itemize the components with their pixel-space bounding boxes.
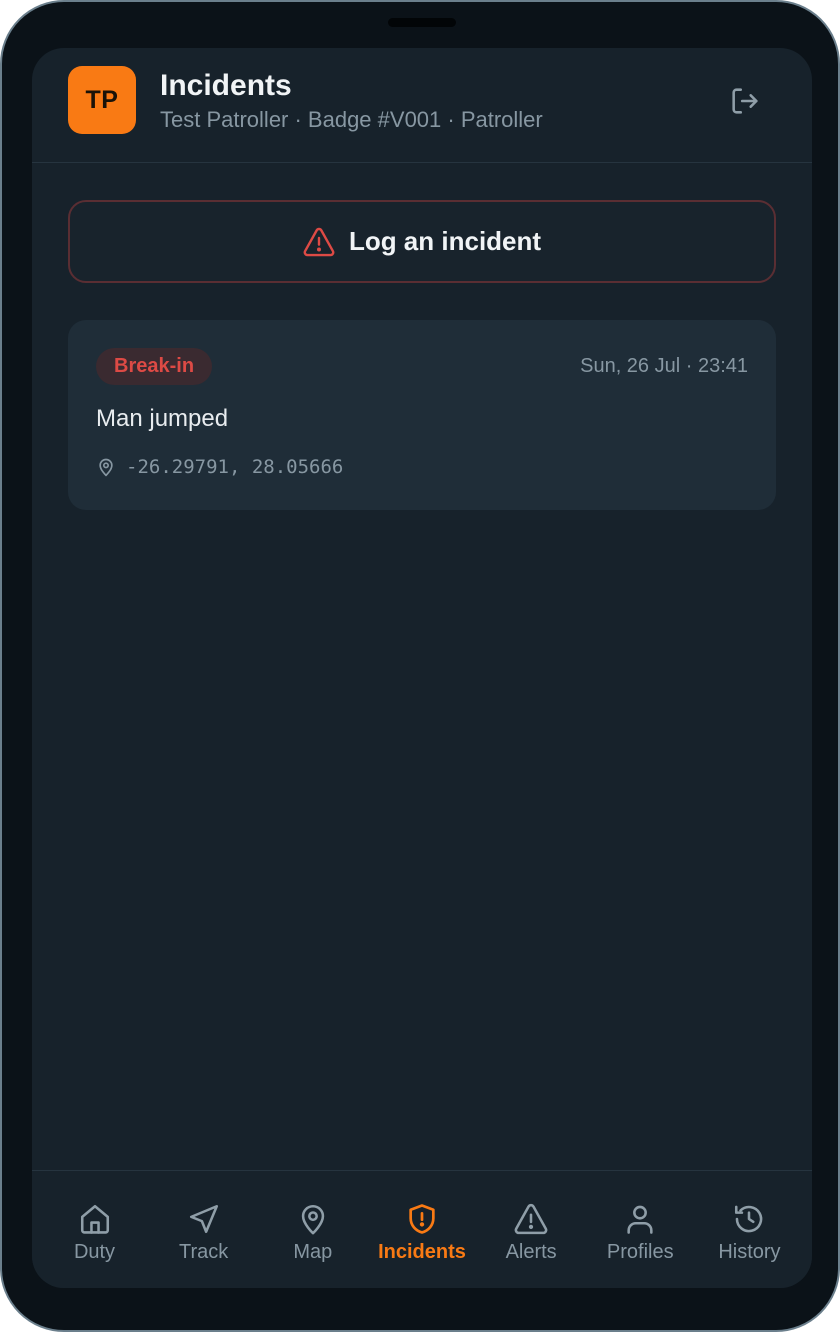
incident-coordinates: -26.29791, 28.05666 <box>126 456 344 478</box>
incident-location: -26.29791, 28.05666 <box>96 456 343 478</box>
incident-card[interactable]: Break-in Sun, 26 Jul · 23:41 Man jumped … <box>68 320 776 510</box>
nav-label-duty: Duty <box>73 1241 116 1263</box>
incident-category-badge: Break-in <box>96 348 213 385</box>
navigation-arrow-icon <box>186 1201 222 1237</box>
nav-item-duty[interactable]: Duty <box>40 1171 149 1288</box>
nav-item-alerts[interactable]: Alerts <box>477 1171 586 1288</box>
nav-item-track[interactable]: Track <box>149 1171 258 1288</box>
user-subtitle: Test Patroller · Badge #V001 · Patroller <box>160 107 543 132</box>
logout-icon <box>732 88 758 114</box>
map-pin-icon <box>295 1201 331 1237</box>
bottom-nav: Duty Track Map Incidents Alerts Profiles… <box>32 1170 812 1288</box>
avatar: TP <box>68 66 136 134</box>
incident-timestamp: Sun, 26 Jul · 23:41 <box>580 355 748 377</box>
logout-button[interactable] <box>726 83 764 119</box>
nav-label-incidents: Incidents <box>378 1241 466 1263</box>
device-frame: TP Incidents Test Patroller · Badge #V00… <box>0 0 840 1332</box>
map-pin-icon <box>99 458 113 477</box>
app-header: TP Incidents Test Patroller · Badge #V00… <box>32 48 812 163</box>
nav-label-history: History <box>718 1241 781 1263</box>
incident-description: Man jumped <box>96 405 229 432</box>
user-icon <box>622 1201 658 1237</box>
nav-label-alerts: Alerts <box>505 1241 557 1263</box>
shield-alert-icon <box>404 1201 440 1237</box>
log-incident-button[interactable]: Log an incident <box>68 200 776 283</box>
history-icon <box>731 1201 767 1237</box>
home-icon <box>77 1201 113 1237</box>
nav-label-track: Track <box>179 1241 229 1263</box>
nav-item-map[interactable]: Map <box>258 1171 367 1288</box>
nav-item-history[interactable]: History <box>695 1171 804 1288</box>
warning-triangle-icon <box>303 227 335 256</box>
device-notch <box>388 18 456 27</box>
warning-triangle-icon <box>513 1201 549 1237</box>
page-title: Incidents <box>160 69 292 102</box>
nav-label-map: Map <box>293 1241 333 1263</box>
nav-item-incidents[interactable]: Incidents <box>367 1171 476 1288</box>
log-incident-label: Log an incident <box>348 226 542 256</box>
nav-label-profiles: Profiles <box>606 1241 674 1263</box>
nav-item-profiles[interactable]: Profiles <box>586 1171 695 1288</box>
app-screen: TP Incidents Test Patroller · Badge #V00… <box>32 48 812 1288</box>
